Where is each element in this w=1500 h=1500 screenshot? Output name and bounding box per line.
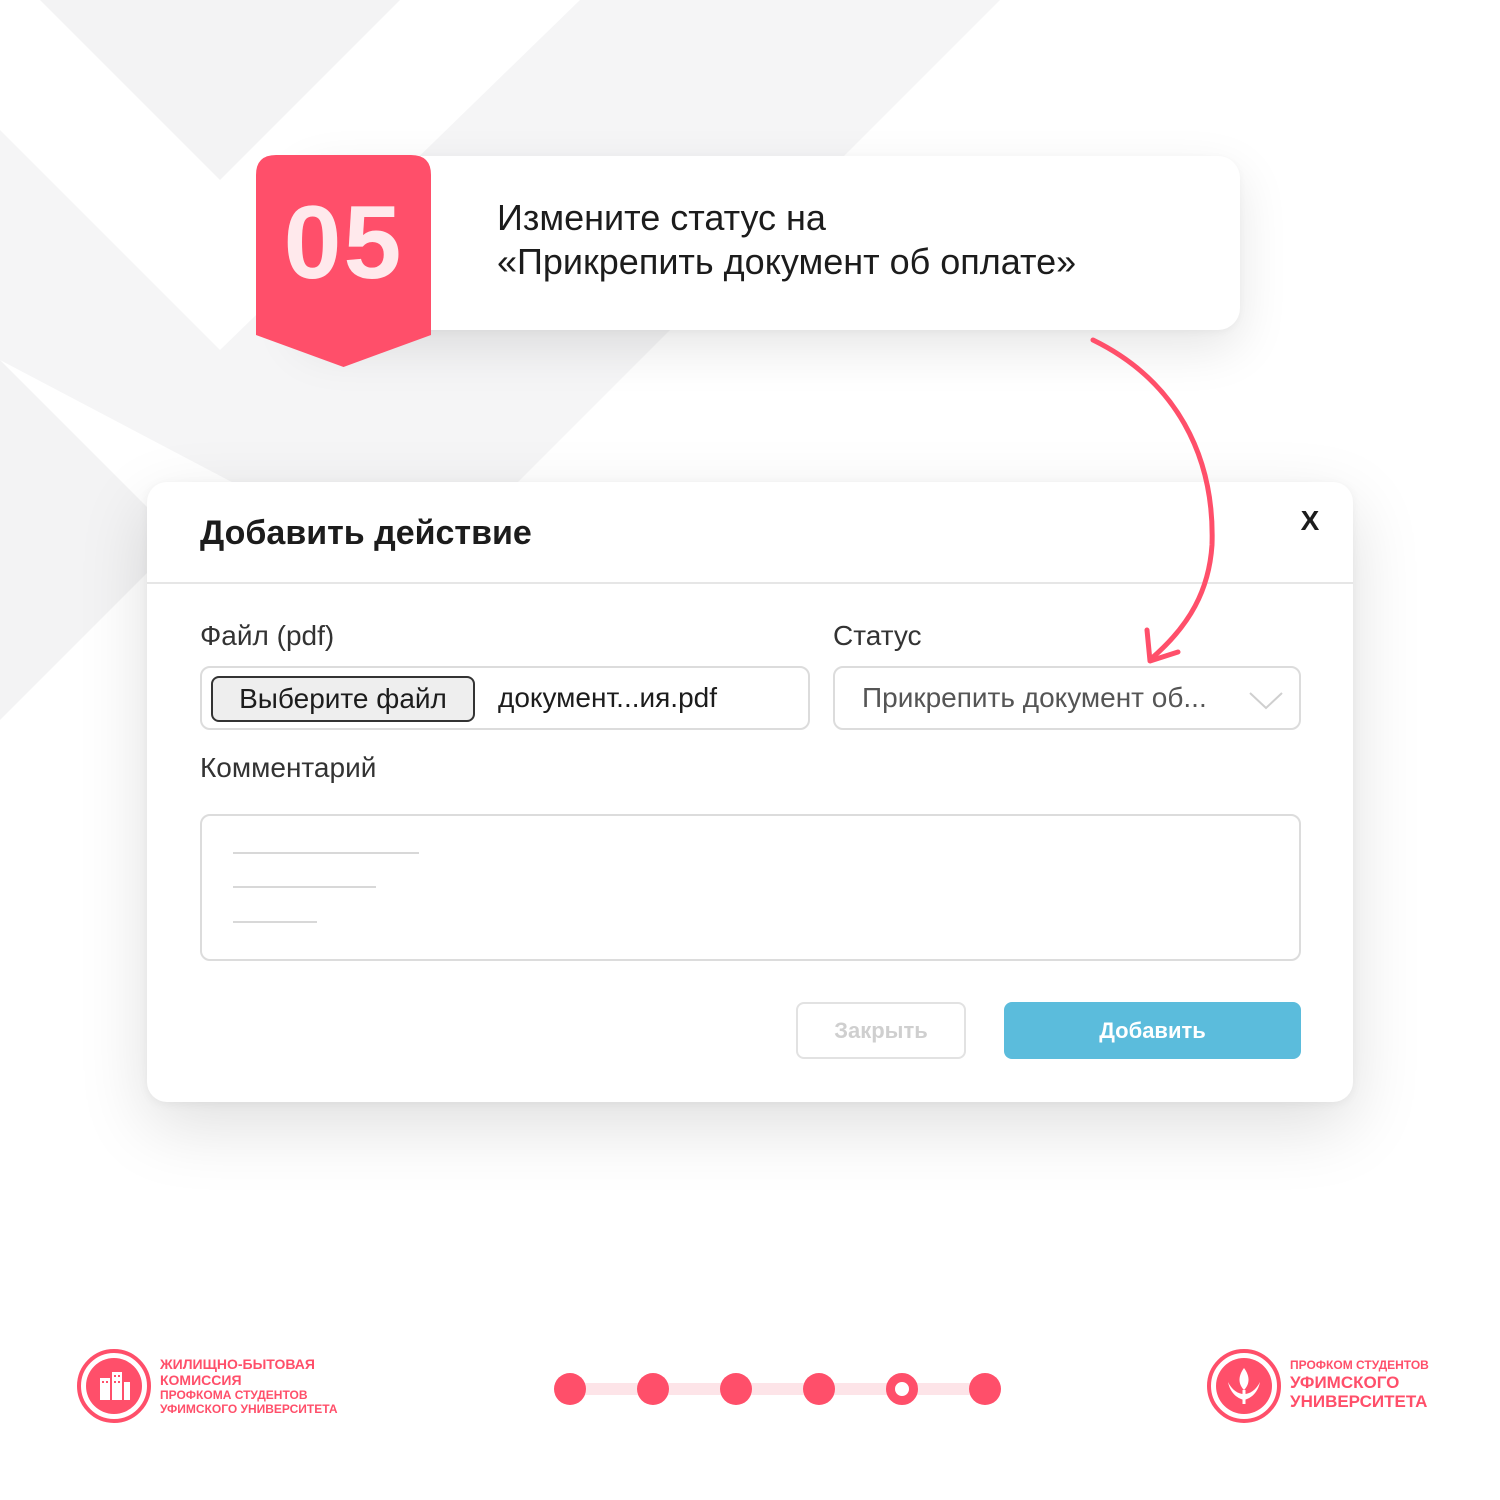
org-name-line: УНИВЕРСИТЕТА — [1290, 1392, 1428, 1411]
status-selected-value: Прикрепить документ об... — [862, 682, 1207, 713]
close-button[interactable]: Закрыть — [796, 1002, 966, 1059]
progress-dot — [554, 1373, 586, 1405]
org-name-line: ПРОФКОМА СТУДЕНТОВ — [160, 1388, 308, 1402]
progress-dot — [803, 1373, 835, 1405]
student-union-logo — [1207, 1349, 1281, 1423]
choose-file-button[interactable]: Выберите файл — [211, 676, 475, 722]
org-name-line: ПРОФКОМ СТУДЕНТОВ — [1290, 1358, 1429, 1372]
comment-label: Комментарий — [200, 752, 377, 783]
placeholder-line — [233, 886, 376, 888]
progress-dot — [969, 1373, 1001, 1405]
step-card: Измените статус на «Прикрепить документ … — [300, 156, 1240, 330]
org-name-line: УФИМСКОГО — [1290, 1373, 1400, 1392]
org-name-line: УФИМСКОГО УНИВЕРСИТЕТА — [160, 1402, 338, 1416]
student-union-name: ПРОФКОМ СТУДЕНТОВ УФИМСКОГО УНИВЕРСИТЕТА — [1290, 1357, 1429, 1411]
file-label: Файл (pdf) — [200, 620, 335, 651]
add-action-dialog: Добавить действие X Файл (pdf) Выберите … — [147, 482, 1353, 1102]
progress-track — [568, 1383, 986, 1395]
slide-progress — [552, 1370, 1002, 1408]
progress-dot — [720, 1373, 752, 1405]
chevron-down-icon — [1249, 692, 1283, 710]
selected-file-name: документ...ия.pdf — [498, 682, 718, 713]
progress-dot-current — [886, 1373, 918, 1405]
org-name-line: КОМИССИЯ — [160, 1372, 242, 1388]
file-input[interactable]: Выберите файл документ...ия.pdf — [200, 666, 810, 730]
org-name-line: ЖИЛИЩНО-БЫТОВАЯ — [160, 1356, 315, 1372]
housing-commission-name: ЖИЛИЩНО-БЫТОВАЯ КОМИССИЯ ПРОФКОМА СТУДЕН… — [160, 1356, 338, 1416]
progress-dot — [637, 1373, 669, 1405]
placeholder-line — [233, 852, 419, 854]
status-select[interactable]: Прикрепить документ об... — [833, 666, 1301, 730]
add-button[interactable]: Добавить — [1004, 1002, 1301, 1059]
close-icon[interactable]: X — [1295, 504, 1325, 538]
status-label: Статус — [833, 620, 922, 651]
step-instruction: Измените статус на «Прикрепить документ … — [497, 196, 1076, 284]
placeholder-line — [233, 921, 317, 923]
step-number: 05 — [283, 185, 404, 301]
housing-commission-logo — [77, 1349, 151, 1423]
dialog-title: Добавить действие — [200, 514, 532, 552]
step-badge: 05 — [256, 155, 431, 367]
comment-textarea[interactable] — [200, 814, 1301, 961]
step-instruction-line-1: Измените статус на — [497, 197, 826, 238]
step-instruction-line-2: «Прикрепить документ об оплате» — [497, 241, 1077, 282]
dialog-header: Добавить действие X — [147, 482, 1353, 584]
